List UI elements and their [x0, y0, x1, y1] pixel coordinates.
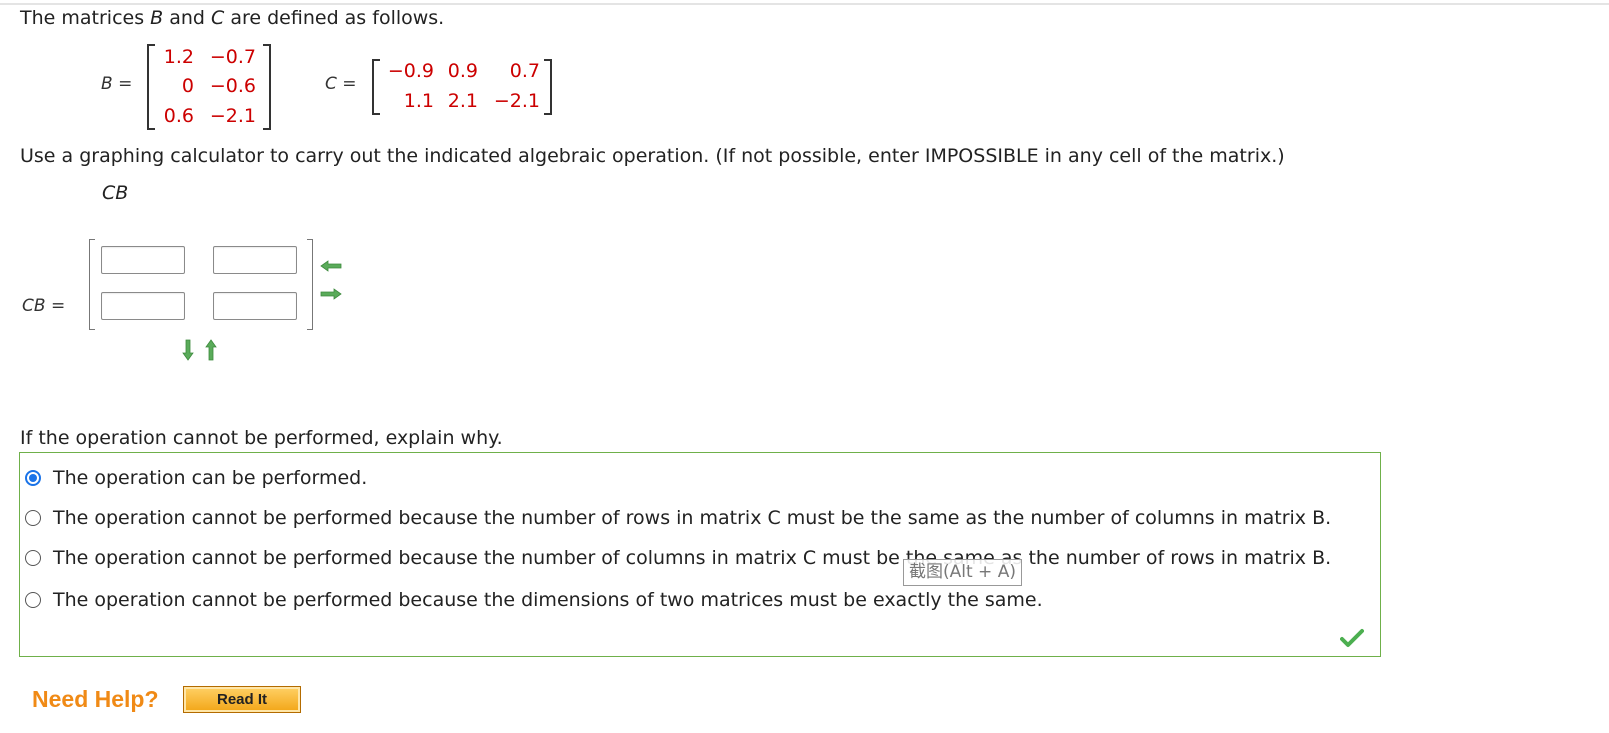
remove-column-arrow-icon[interactable] [319, 259, 343, 277]
operation-label: CB [102, 182, 129, 204]
matrix-c-left-bracket [372, 59, 380, 115]
choice-label: The operation cannot be performed becaus… [53, 547, 1332, 569]
matrix-b-cell: 1.2 [163, 46, 194, 68]
matrix-b-cell: 0 [181, 75, 194, 97]
instruction-text: Use a graphing calculator to carry out t… [20, 145, 1285, 167]
intro-matrix-b: B [150, 7, 164, 29]
choice-can-be-performed[interactable]: The operation can be performed. [25, 463, 367, 493]
matrix-c-cell: 2.1 [447, 90, 478, 112]
radio-icon[interactable] [25, 592, 41, 608]
add-column-arrow-icon[interactable] [319, 287, 343, 305]
add-row-arrow-icon[interactable] [181, 338, 195, 366]
matrix-c-name: C [325, 74, 337, 94]
matrix-b-cell: −0.6 [209, 75, 256, 97]
correct-check-icon [1340, 629, 1364, 647]
answer-label-eq: = [50, 296, 66, 316]
matrix-c-cell: 0.9 [447, 60, 478, 82]
choice-columns-c-rows-b[interactable]: The operation cannot be performed becaus… [25, 543, 1331, 573]
answer-cell-r2c2[interactable] [213, 292, 297, 320]
radio-icon[interactable] [25, 510, 41, 526]
answer-cell-r2c1[interactable] [101, 292, 185, 320]
matrix-b-cell: −2.1 [209, 105, 256, 127]
read-it-button[interactable]: Read It [183, 686, 301, 713]
matrix-c-label: C = [325, 74, 357, 94]
matrix-c-cell: 1.1 [403, 90, 434, 112]
answer-left-bracket [89, 239, 95, 330]
top-divider [0, 3, 1609, 5]
matrix-b-cell: −0.7 [209, 46, 256, 68]
matrix-b-right-bracket [263, 44, 271, 130]
remove-row-arrow-icon[interactable] [204, 338, 218, 366]
radio-selected-icon[interactable] [25, 470, 41, 486]
matrix-c-cell: −2.1 [493, 90, 540, 112]
matrix-c-eq: = [342, 74, 357, 94]
intro-and: and [163, 7, 212, 29]
choice-same-dimensions[interactable]: The operation cannot be performed becaus… [25, 585, 1043, 615]
matrix-b-name: B [101, 74, 113, 94]
matrix-b-label: B = [101, 74, 132, 94]
intro-suffix: are defined as follows. [224, 7, 445, 29]
intro-prefix: The matrices [20, 7, 151, 29]
intro-text: The matrices B and C are defined as foll… [20, 6, 444, 30]
intro-matrix-c: C [211, 7, 225, 29]
choice-label: The operation cannot be performed becaus… [53, 589, 1043, 611]
radio-icon[interactable] [25, 550, 41, 566]
answer-right-bracket [307, 239, 313, 330]
answer-label-name: CB [22, 296, 46, 316]
answer-cell-r1c1[interactable] [101, 246, 185, 274]
matrix-b-eq: = [118, 74, 133, 94]
choice-group: The operation can be performed. The oper… [19, 452, 1381, 657]
choice-label: The operation can be performed. [53, 467, 368, 489]
choice-label: The operation cannot be performed becaus… [53, 507, 1332, 529]
matrix-b-cell: 0.6 [163, 105, 194, 127]
answer-cell-r1c2[interactable] [213, 246, 297, 274]
explain-prompt: If the operation cannot be performed, ex… [20, 427, 503, 449]
answer-label: CB = [22, 296, 65, 316]
need-help-label: Need Help? [32, 686, 159, 712]
matrix-c-cell: −0.9 [387, 60, 434, 82]
matrix-c-right-bracket [544, 59, 552, 115]
matrix-b-left-bracket [147, 44, 155, 130]
matrix-c-cell: 0.7 [509, 60, 540, 82]
screenshot-tooltip: 截图(Alt + A) [903, 559, 1022, 586]
choice-rows-c-columns-b[interactable]: The operation cannot be performed becaus… [25, 503, 1331, 533]
